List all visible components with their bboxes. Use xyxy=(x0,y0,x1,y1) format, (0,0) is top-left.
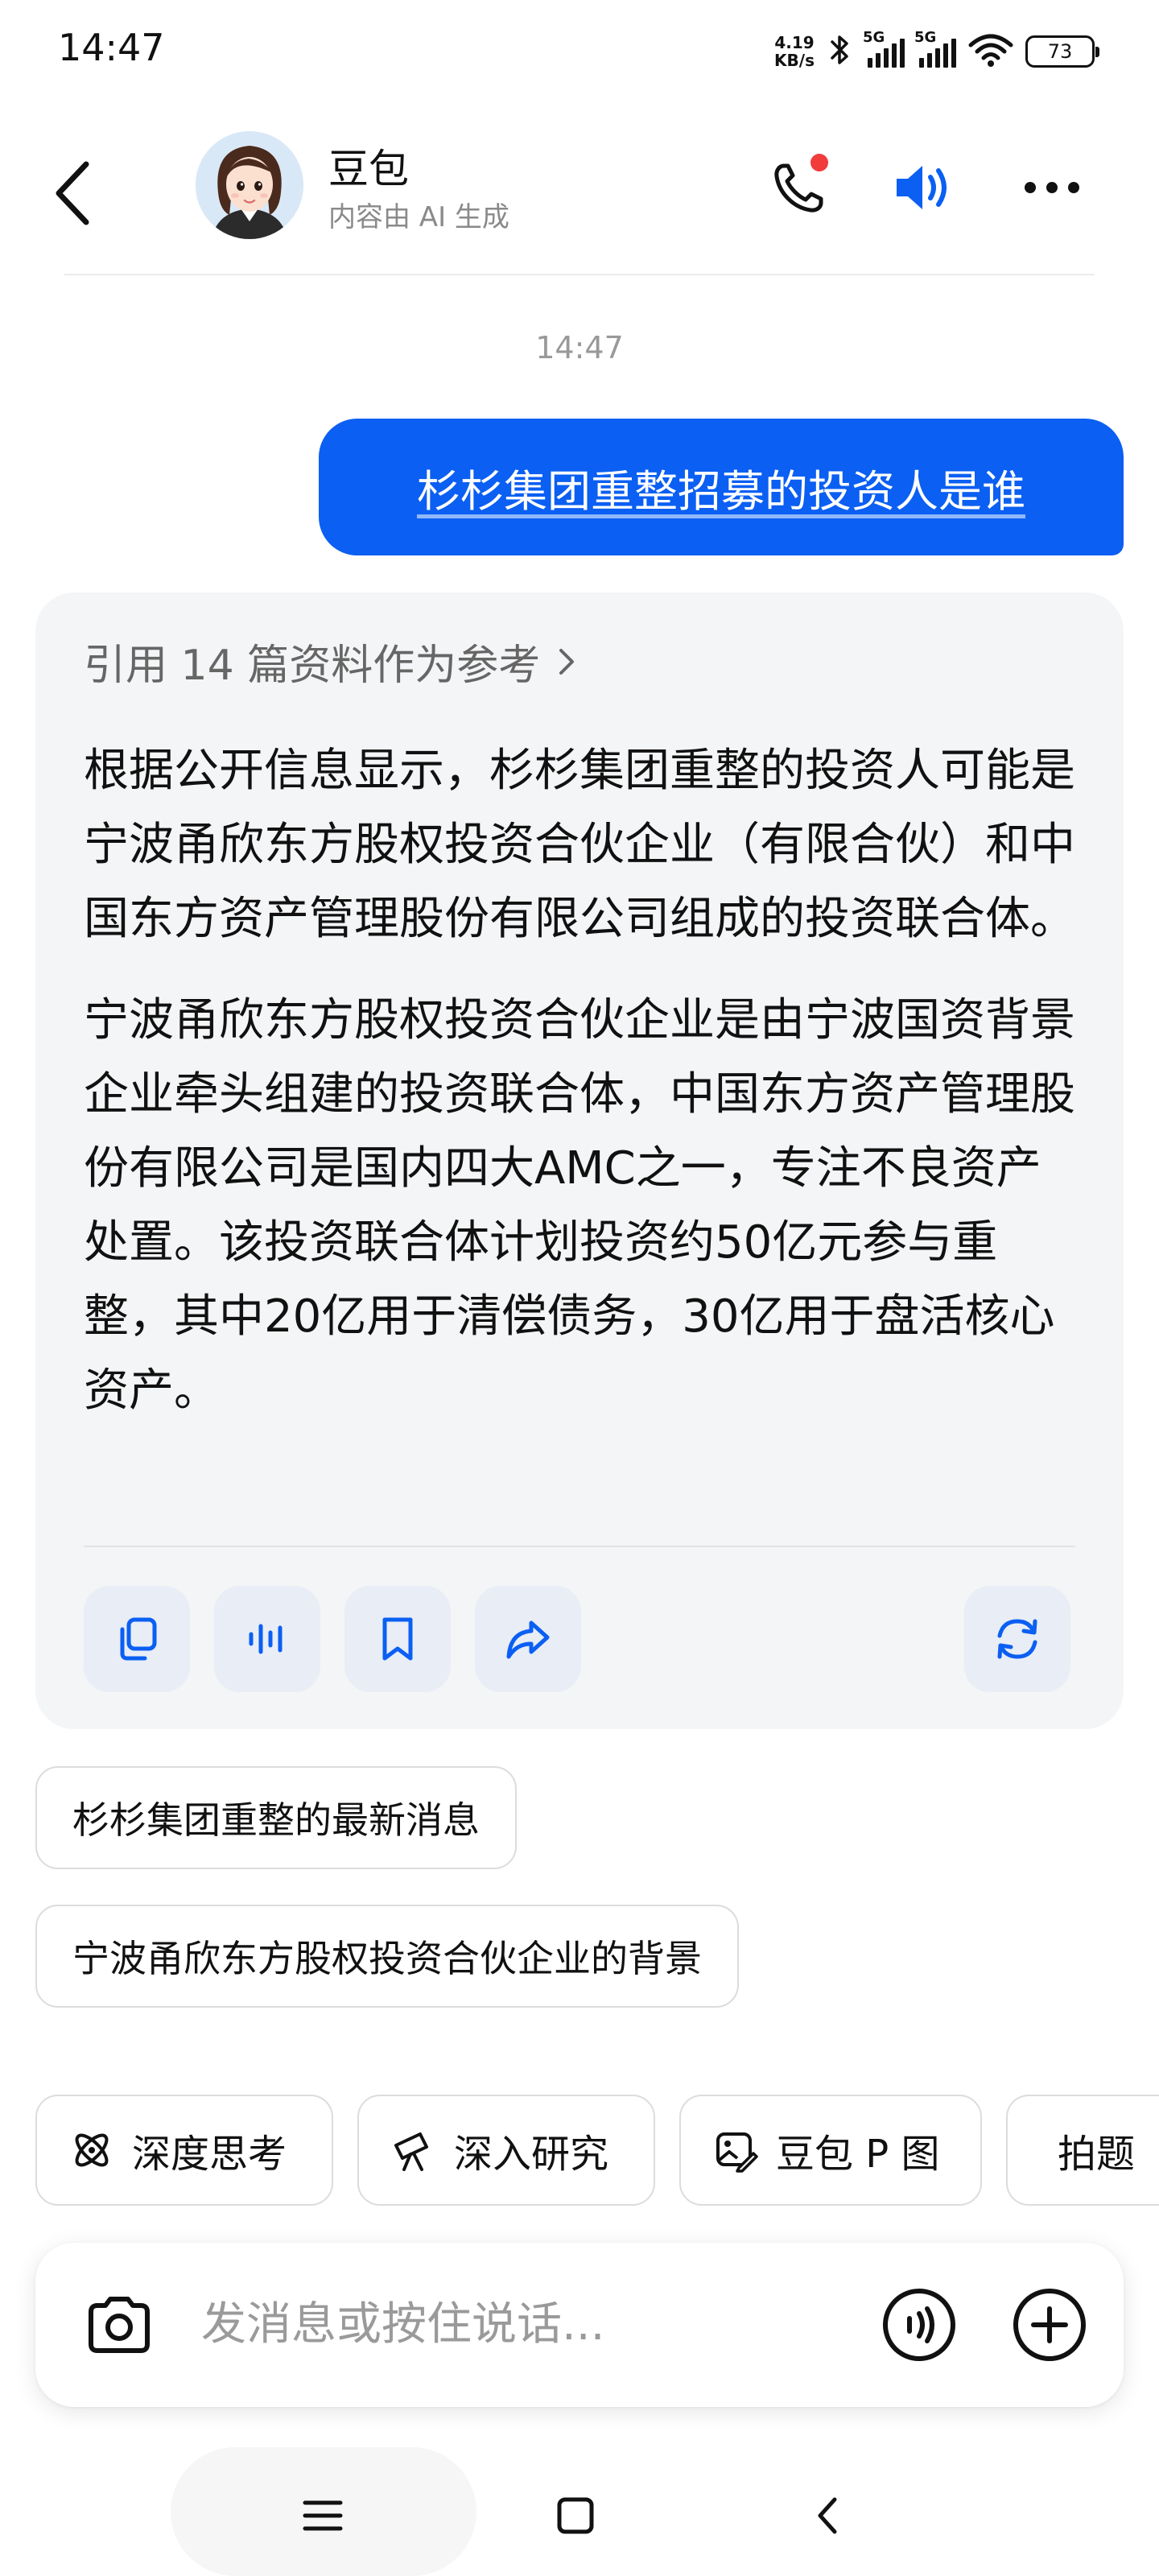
share-icon xyxy=(506,1620,550,1659)
bot-answer-card: 引用 14 篇资料作为参考 根据公开信息显示，杉杉集团重整的投资人可能是宁波甬欣… xyxy=(35,592,1124,1729)
nav-menu-button[interactable] xyxy=(278,2471,367,2560)
message-input-bar: 发消息或按住说话... xyxy=(35,2243,1124,2407)
feature-deep-research[interactable]: 深入研究 xyxy=(357,2095,655,2206)
status-bar: 14:47 4.19 KB/s 5G 5G 73 xyxy=(0,0,1159,105)
references-label: 引用 14 篇资料作为参考 xyxy=(84,642,541,690)
call-button[interactable] xyxy=(763,151,835,224)
answer-paragraph: 根据公开信息显示，杉杉集团重整的投资人可能是宁波甬欣东方股权投资合伙企业（有限合… xyxy=(84,745,1075,945)
feature-image-edit[interactable]: 豆包 P 图 xyxy=(679,2095,982,2206)
camera-button[interactable] xyxy=(79,2285,159,2365)
bookmark-icon xyxy=(382,1617,413,1661)
suggestion-chip[interactable]: 杉杉集团重整的最新消息 xyxy=(35,1766,517,1869)
more-icon xyxy=(1025,182,1079,193)
bot-avatar-icon xyxy=(196,131,303,239)
bot-name: 豆包 xyxy=(328,146,409,192)
avatar[interactable] xyxy=(196,131,303,239)
nav-back-button[interactable] xyxy=(784,2471,872,2560)
bookmark-button[interactable] xyxy=(344,1586,451,1692)
references-link[interactable]: 引用 14 篇资料作为参考 xyxy=(84,631,579,691)
copy-icon xyxy=(120,1617,157,1661)
ai-disclaimer: 内容由 AI 生成 xyxy=(328,201,509,233)
more-button[interactable] xyxy=(1016,151,1088,224)
feature-photo-question[interactable]: 拍题 xyxy=(1006,2095,1159,2206)
feature-deep-think[interactable]: 深度思考 xyxy=(35,2095,333,2206)
refresh-icon xyxy=(997,1619,1037,1659)
answer-paragraph: 宁波甬欣东方股权投资合伙企业是由宁波国资背景企业牵头组建的投资联合体，中国东方资… xyxy=(84,994,1075,1417)
chat-header: 豆包 内容由 AI 生成 xyxy=(0,105,1159,275)
speaker-button[interactable] xyxy=(885,151,958,224)
copy-button[interactable] xyxy=(84,1586,190,1692)
square-icon xyxy=(557,2497,594,2534)
voice-call-button[interactable] xyxy=(881,2286,958,2363)
message-input[interactable]: 发消息或按住说话... xyxy=(201,2243,604,2407)
notification-dot xyxy=(810,154,828,171)
system-navigation-bar xyxy=(0,2447,1159,2576)
regenerate-button[interactable] xyxy=(964,1586,1070,1692)
atom-icon xyxy=(75,2133,109,2167)
phone-icon xyxy=(774,154,828,213)
camera-icon xyxy=(89,2297,150,2353)
telescope-icon xyxy=(394,2132,428,2171)
menu-icon xyxy=(303,2500,343,2531)
signal-sim1-icon: 5G xyxy=(863,29,905,68)
image-edit-icon xyxy=(716,2132,758,2173)
sound-wave-icon xyxy=(249,1624,283,1654)
suggestion-chip[interactable]: 宁波甬欣东方股权投资合伙企业的背景 xyxy=(35,1905,739,2008)
user-message-bubble[interactable]: 杉杉集团重整招募的投资人是谁 xyxy=(319,419,1124,555)
header-divider xyxy=(64,274,1095,275)
share-button[interactable] xyxy=(475,1586,581,1692)
battery-indicator: 73 xyxy=(1025,35,1099,68)
chevron-left-icon xyxy=(818,2497,837,2534)
signal-sim2-icon: 5G xyxy=(914,29,956,68)
read-aloud-button[interactable] xyxy=(214,1586,320,1692)
bluetooth-icon xyxy=(826,32,853,71)
user-message-text[interactable]: 杉杉集团重整招募的投资人是谁 xyxy=(417,456,1025,519)
status-time: 14:47 xyxy=(58,26,165,69)
voice-wave-icon xyxy=(883,2289,955,2361)
wifi-icon xyxy=(967,32,1014,71)
status-icons: 4.19 KB/s 5G 5G 73 xyxy=(774,29,1099,74)
add-attachment-button[interactable] xyxy=(1011,2286,1088,2363)
card-divider xyxy=(84,1546,1075,1547)
chevron-left-icon xyxy=(56,161,89,225)
plus-icon xyxy=(1013,2289,1086,2361)
message-timestamp: 14:47 xyxy=(535,330,624,365)
network-speed: 4.19 KB/s xyxy=(774,33,815,70)
chevron-right-icon xyxy=(559,648,575,675)
back-button[interactable] xyxy=(48,153,97,233)
nav-home-button[interactable] xyxy=(531,2471,620,2560)
answer-text: 根据公开信息显示，杉杉集团重整的投资人可能是宁波甬欣东方股权投资合伙企业（有限合… xyxy=(84,734,1082,1428)
speaker-icon xyxy=(897,166,947,209)
